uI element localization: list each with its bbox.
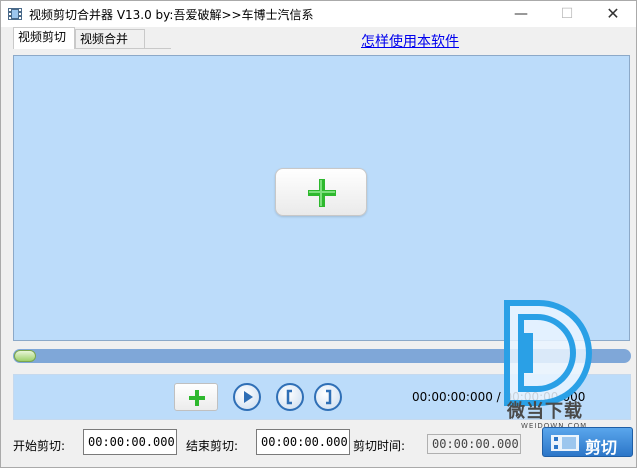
plus-icon [189, 390, 205, 406]
cut-button-label: 剪切 [585, 438, 618, 457]
mark-out-button[interactable] [314, 383, 342, 411]
cut-duration-field: 00:00:00.000 [427, 434, 521, 454]
end-cut-field[interactable]: 00:00:00.000 [256, 429, 350, 455]
start-cut-field[interactable]: 00:00:00.000 [83, 429, 177, 455]
maximize-button[interactable]: ☐ [544, 1, 590, 27]
start-cut-label: 开始剪切: [13, 439, 66, 453]
bracket-left-icon [286, 389, 292, 405]
mark-in-button[interactable] [276, 383, 304, 411]
video-preview-area[interactable] [13, 55, 630, 341]
cut-button[interactable]: 剪切 [542, 427, 633, 457]
minimize-button[interactable]: — [498, 1, 544, 27]
play-button[interactable] [233, 383, 261, 411]
app-window: 视频剪切合并器 V13.0 by:吾爱破解>>车博士汽信系 — ☐ ✕ 视频剪切… [0, 0, 637, 468]
help-link[interactable]: 怎样使用本软件 [361, 31, 459, 51]
watermark-text: 微当下载 [507, 401, 583, 422]
title-bar[interactable]: 视频剪切合并器 V13.0 by:吾爱破解>>车博士汽信系 — ☐ ✕ [1, 1, 636, 27]
add-video-button[interactable] [275, 168, 367, 216]
end-cut-label: 结束剪切: [186, 439, 239, 453]
tab-video-cut[interactable]: 视频剪切 [13, 27, 75, 49]
add-file-button[interactable] [174, 383, 218, 411]
plus-icon [308, 179, 336, 207]
play-icon [244, 391, 253, 403]
film-icon [8, 8, 22, 20]
timeline-handle[interactable] [14, 350, 36, 362]
bracket-right-icon [326, 389, 332, 405]
window-title: 视频剪切合并器 V13.0 by:吾爱破解>>车博士汽信系 [29, 8, 314, 22]
tab-video-merge[interactable]: 视频合并 [75, 29, 145, 49]
clapperboard-icon [551, 435, 579, 451]
timeline-slider[interactable] [13, 349, 631, 363]
close-button[interactable]: ✕ [590, 1, 636, 27]
cut-duration-label: 剪切时间: [353, 439, 406, 453]
